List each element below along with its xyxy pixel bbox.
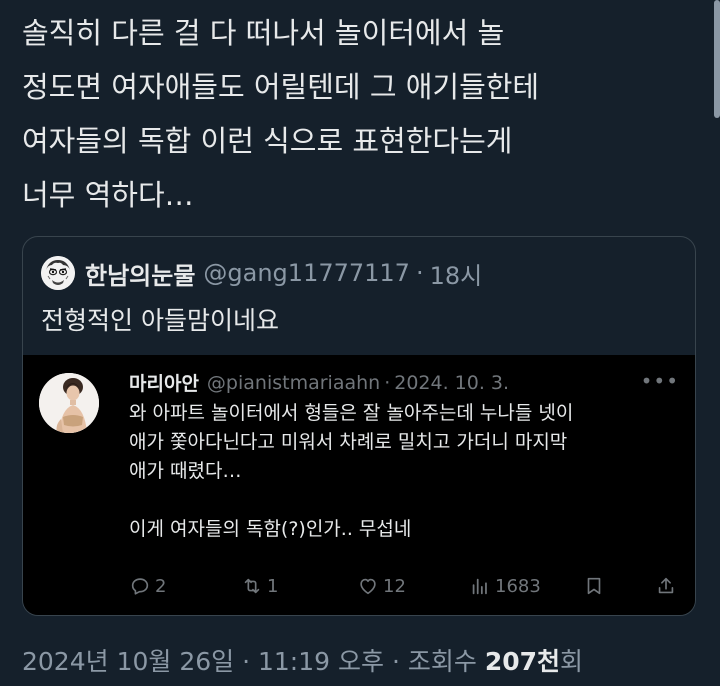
embed-header: 마리아안 @pianistmariaahn · 2024. 10. 3.: [129, 369, 509, 396]
views-count: 1683: [495, 575, 541, 597]
retweet-count: 1: [267, 575, 279, 597]
separator-dot: ·: [391, 647, 400, 676]
quote-timestamp[interactable]: 18시: [430, 256, 483, 291]
views-total-count: 207천: [484, 647, 561, 676]
reply-icon: [131, 578, 149, 595]
views-suffix: 회: [560, 647, 584, 676]
quoted-tweet-card[interactable]: 한남의눈물 @gang11777117 · 18시 전형적인 아들맘이네요 마리…: [22, 236, 696, 616]
embed-text-line: 애가 때렸다…: [129, 460, 242, 482]
embedded-screenshot: 마리아안 @pianistmariaahn · 2024. 10. 3. •••…: [23, 355, 695, 615]
views-label: 조회수: [407, 647, 477, 676]
scrollbar[interactable]: [714, 0, 720, 118]
reply-action: 2: [129, 575, 166, 597]
reply-count: 2: [155, 575, 167, 597]
bookmark-action: [583, 575, 609, 597]
tweet-time[interactable]: 11:19 오후: [258, 647, 384, 676]
retweet-action: 1: [241, 575, 278, 597]
share-action: [655, 575, 681, 597]
tweet-date[interactable]: 2024년 10월 26일: [22, 647, 234, 676]
separator-dot: ·: [415, 259, 424, 287]
meme-face-avatar-icon[interactable]: [41, 256, 75, 290]
embed-text-line: 이게 여자들의 독함(?)인가.. 무섭네: [129, 518, 412, 540]
separator-dot: ·: [242, 647, 251, 676]
profile-photo-avatar: [39, 373, 99, 433]
embed-action-bar: 2 1 12 1683: [129, 575, 679, 605]
embed-author-name: 마리아안: [129, 373, 199, 395]
separator-dot: ·: [384, 371, 391, 394]
embed-timestamp: 2024. 10. 3.: [394, 371, 510, 394]
tweet-text-line: 여자들의 독합 이런 식으로 표현한다는게: [22, 124, 513, 158]
more-options-icon: •••: [640, 369, 679, 393]
like-count: 12: [383, 575, 406, 597]
embed-body-text: 와 아파트 놀이터에서 형들은 잘 놀아주는데 누나들 넷이 애가 쫓아다닌다고…: [129, 399, 679, 544]
tweet-detail-view: 솔직히 다른 걸 다 떠나서 놀이터에서 놀 정도면 여자애들도 어릴텐데 그 …: [0, 0, 720, 686]
retweet-icon: [244, 578, 260, 594]
tweet-metadata: 2024년 10월 26일 · 11:19 오후 · 조회수 207천회: [22, 642, 583, 678]
quote-body-text: 전형적인 아들맘이네요: [41, 306, 279, 335]
quote-author-handle[interactable]: @gang11777117: [203, 259, 410, 287]
views-action: 1683: [469, 575, 541, 597]
bookmark-icon: [587, 577, 601, 595]
quote-header: 한남의눈물 @gang11777117 · 18시: [41, 255, 482, 291]
embed-author-handle: @pianistmariaahn: [206, 371, 381, 394]
tweet-text-line: 솔직히 다른 걸 다 떠나서 놀이터에서 놀: [22, 16, 505, 50]
quote-author-name[interactable]: 한남의눈물: [85, 256, 195, 291]
tweet-text: 솔직히 다른 걸 다 떠나서 놀이터에서 놀 정도면 여자애들도 어릴텐데 그 …: [22, 6, 682, 222]
tweet-text-line: 정도면 여자애들도 어릴텐데 그 애기들한테: [22, 70, 540, 104]
views-chart-icon: [472, 578, 487, 595]
embed-text-line: 애가 쫓아다닌다고 미워서 차례로 밀치고 가더니 마지막: [129, 431, 568, 453]
like-action: 12: [357, 575, 406, 597]
embed-text-line: [129, 486, 679, 515]
tweet-text-line: 너무 역하다…: [22, 178, 194, 212]
heart-icon: [360, 578, 376, 595]
embed-text-line: 와 아파트 놀이터에서 형들은 잘 놀아주는데 누나들 넷이: [129, 402, 574, 424]
share-icon: [658, 577, 674, 594]
